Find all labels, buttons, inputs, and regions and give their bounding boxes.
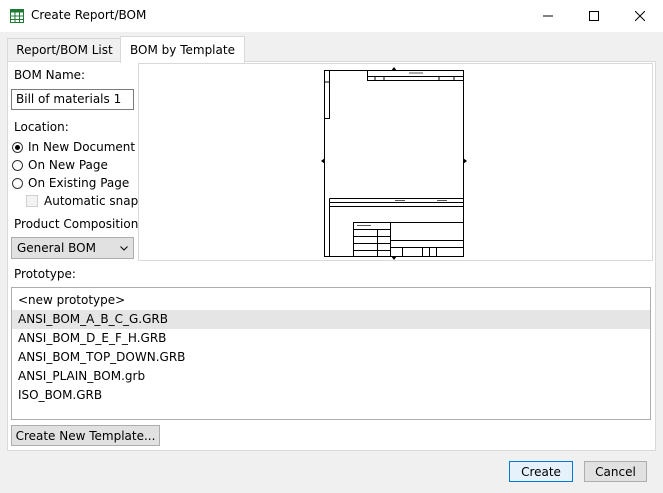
checkbox-label: Automatic snap xyxy=(44,194,139,208)
bom-name-input[interactable]: Bill of materials 1 xyxy=(11,89,134,110)
list-item[interactable]: ISO_BOM.GRB xyxy=(12,386,650,405)
template-preview xyxy=(138,63,653,261)
list-item[interactable]: ANSI_BOM_D_E_F_H.GRB xyxy=(12,329,650,348)
radio-in-new-document[interactable]: In New Document xyxy=(12,140,135,154)
radio-label: On Existing Page xyxy=(28,176,130,190)
maximize-icon xyxy=(589,11,599,21)
automatic-snap-checkbox[interactable]: Automatic snap xyxy=(26,194,138,208)
radio-label: In New Document xyxy=(28,140,136,154)
spreadsheet-icon xyxy=(10,9,24,23)
list-item[interactable]: ANSI_BOM_A_B_C_G.GRB xyxy=(12,310,650,329)
checkbox-box xyxy=(26,195,38,207)
close-icon xyxy=(635,11,645,21)
create-button[interactable]: Create xyxy=(509,461,573,482)
product-composition-label: Product Composition: xyxy=(14,217,143,231)
drawing-sheet-preview xyxy=(321,67,467,260)
tab-label: Report/BOM List xyxy=(16,43,113,57)
tab-bom-by-template[interactable]: BOM by Template xyxy=(120,36,245,63)
window-title: Create Report/BOM xyxy=(31,8,147,22)
radio-on-existing-page[interactable]: On Existing Page xyxy=(12,176,129,190)
cancel-button[interactable]: Cancel xyxy=(584,461,647,482)
location-label: Location: xyxy=(14,120,69,134)
tab-report-bom-list[interactable]: Report/BOM List xyxy=(7,38,122,62)
list-item[interactable]: <new prototype> xyxy=(12,291,650,310)
list-item[interactable]: ANSI_BOM_TOP_DOWN.GRB xyxy=(12,348,650,367)
title-bar: Create Report/BOM xyxy=(0,0,663,32)
product-composition-select[interactable]: General BOM xyxy=(11,237,134,259)
prototype-list[interactable]: <new prototype> ANSI_BOM_A_B_C_G.GRB ANS… xyxy=(11,287,651,420)
radio-on-new-page[interactable]: On New Page xyxy=(12,158,108,172)
create-new-template-button[interactable]: Create New Template... xyxy=(11,425,160,446)
close-button[interactable] xyxy=(617,0,663,32)
radio-label: On New Page xyxy=(28,158,108,172)
radio-dot xyxy=(12,141,23,153)
minimize-button[interactable] xyxy=(525,0,571,32)
minimize-icon xyxy=(543,15,553,17)
tab-label: BOM by Template xyxy=(130,43,235,57)
bom-name-label: BOM Name: xyxy=(14,68,86,82)
select-value: General BOM xyxy=(17,241,96,255)
list-item[interactable]: ANSI_PLAIN_BOM.grb xyxy=(12,367,650,386)
radio-dot xyxy=(12,177,23,189)
maximize-button[interactable] xyxy=(571,0,617,32)
chevron-down-icon xyxy=(120,245,128,251)
prototype-label: Prototype: xyxy=(14,267,76,281)
radio-dot xyxy=(12,159,23,171)
